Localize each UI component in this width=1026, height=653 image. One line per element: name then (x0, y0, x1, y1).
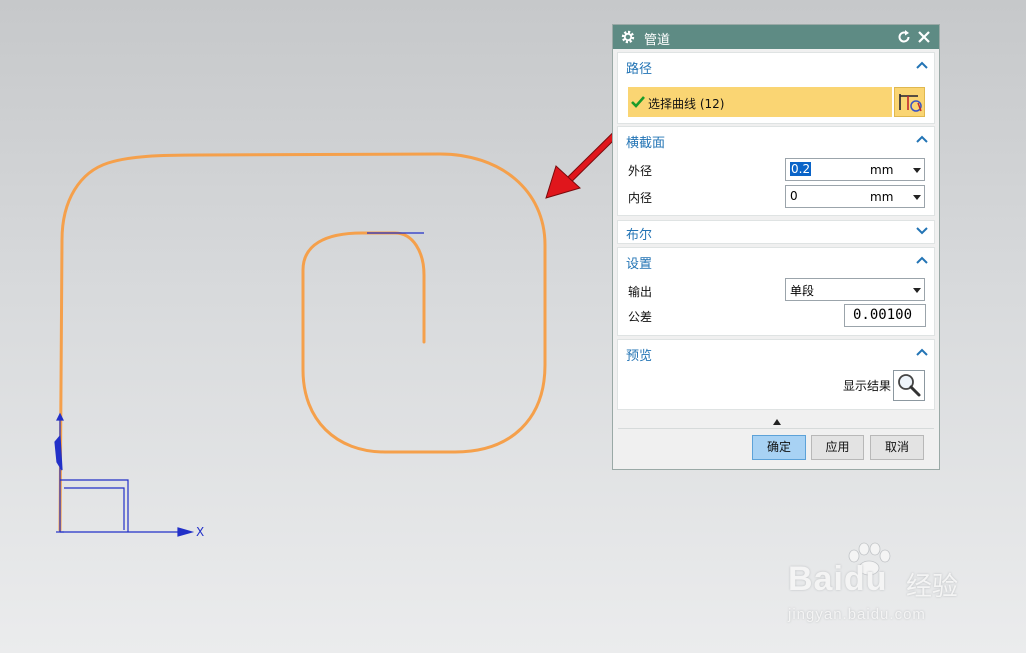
show-result-label: 显示结果 (843, 379, 892, 393)
curve-select-button[interactable] (894, 87, 925, 117)
chevron-down-icon[interactable] (913, 195, 921, 200)
ok-button[interactable]: 确定 (752, 435, 806, 460)
path-section: 路径 选择曲线 (12) (618, 53, 934, 123)
watermark-brand: Baidu (788, 560, 888, 598)
outer-diameter-unit: mm (870, 163, 894, 177)
show-result-button[interactable] (893, 370, 925, 401)
output-value: 单段 (790, 284, 815, 298)
output-label: 输出 (628, 285, 653, 299)
chevron-down-icon[interactable] (916, 226, 928, 236)
boolean-section-title[interactable]: 布尔 (626, 224, 652, 243)
tolerance-label: 公差 (628, 310, 653, 324)
preview-section: 预览 显示结果 (618, 340, 934, 409)
settings-section-title[interactable]: 设置 (626, 253, 652, 272)
inner-diameter-label: 内径 (628, 191, 653, 205)
cross-section-section: 横截面 外径 0.2 mm 内径 0 mm (618, 127, 934, 215)
tube-dialog: 管道 路径 选择曲线 (12) 横截面 外径 0.2 mm 内径 0 mm 布尔… (612, 24, 940, 470)
watermark-url: jingyan.baidu.com (788, 606, 926, 623)
button-divider (618, 428, 934, 429)
pipe-path-curve[interactable] (58, 152, 547, 532)
boolean-section[interactable]: 布尔 (618, 221, 934, 243)
path-section-title[interactable]: 路径 (626, 58, 652, 77)
cross-section-title[interactable]: 横截面 (626, 132, 665, 151)
curve-icon (899, 94, 922, 112)
chevron-down-icon[interactable] (913, 168, 921, 173)
inner-diameter-field[interactable]: 0 mm (785, 185, 925, 208)
x-axis-label: X (196, 525, 205, 539)
dialog-titlebar[interactable]: 管道 (613, 25, 939, 49)
chevron-up-icon[interactable] (916, 134, 928, 144)
gear-icon (621, 30, 635, 44)
more-options-triangle-icon[interactable] (773, 419, 781, 425)
inner-diameter-value[interactable]: 0 (790, 189, 798, 203)
chevron-down-icon[interactable] (913, 288, 921, 293)
chevron-up-icon[interactable] (916, 60, 928, 70)
outer-diameter-field[interactable]: 0.2 mm (785, 158, 925, 181)
chevron-up-icon[interactable] (916, 255, 928, 265)
outer-diameter-value[interactable]: 0.2 (790, 162, 812, 176)
tolerance-value[interactable]: 0.00100 (853, 307, 912, 323)
settings-section: 设置 输出 单段 公差 0.00100 (618, 248, 934, 335)
baidu-watermark: Baidu 经验 jingyan.baidu.com (784, 542, 984, 632)
inner-diameter-unit: mm (870, 190, 894, 204)
magnifier-icon (898, 374, 921, 397)
watermark-brand-cn: 经验 (906, 572, 959, 602)
preview-section-title[interactable]: 预览 (626, 345, 652, 364)
dialog-title: 管道 (644, 33, 671, 48)
close-icon[interactable] (916, 29, 932, 45)
output-select[interactable]: 单段 (785, 278, 925, 301)
apply-button[interactable]: 应用 (811, 435, 864, 460)
checkmark-icon (631, 96, 645, 108)
tolerance-input[interactable]: 0.00100 (844, 304, 926, 327)
select-curve-row[interactable]: 选择曲线 (12) (628, 87, 892, 117)
select-curve-label: 选择曲线 (12) (648, 97, 725, 111)
outer-diameter-label: 外径 (628, 164, 653, 178)
coordinate-system (54, 412, 195, 537)
cancel-button[interactable]: 取消 (870, 435, 924, 460)
chevron-up-icon[interactable] (916, 347, 928, 357)
reset-icon[interactable] (896, 29, 912, 45)
